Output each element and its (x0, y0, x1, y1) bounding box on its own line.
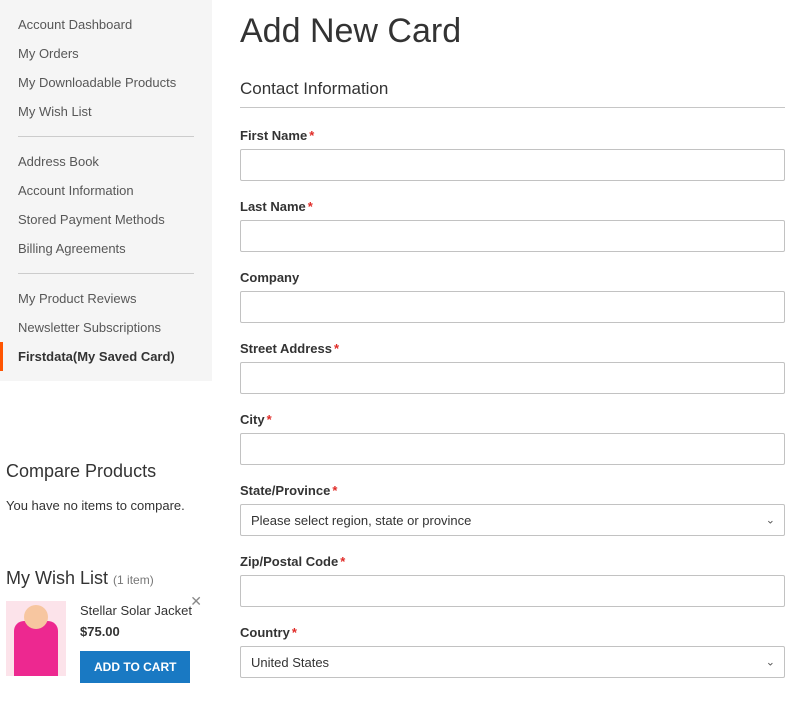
nav-my-orders[interactable]: My Orders (0, 39, 212, 68)
nav-divider (18, 273, 194, 274)
label-country: Country* (240, 625, 785, 640)
city-input[interactable] (240, 433, 785, 465)
zip-input[interactable] (240, 575, 785, 607)
country-select[interactable]: United States (240, 646, 785, 678)
wishlist-item-image[interactable] (6, 601, 66, 676)
nav-account-dashboard[interactable]: Account Dashboard (0, 10, 212, 39)
company-input[interactable] (240, 291, 785, 323)
nav-product-reviews[interactable]: My Product Reviews (0, 284, 212, 313)
wishlist-title-text: My Wish List (6, 568, 108, 588)
wishlist-title: My Wish List (1 item) (0, 568, 212, 589)
state-select[interactable]: Please select region, state or province (240, 504, 785, 536)
nav-wish-list[interactable]: My Wish List (0, 97, 212, 126)
close-icon[interactable]: ✕ (190, 593, 202, 610)
nav-newsletter[interactable]: Newsletter Subscriptions (0, 313, 212, 342)
street-address-input[interactable] (240, 362, 785, 394)
first-name-input[interactable] (240, 149, 785, 181)
nav-account-information[interactable]: Account Information (0, 176, 212, 205)
nav-stored-payment[interactable]: Stored Payment Methods (0, 205, 212, 234)
label-city: City* (240, 412, 785, 427)
label-street-address: Street Address* (240, 341, 785, 356)
nav-billing-agreements[interactable]: Billing Agreements (0, 234, 212, 263)
label-zip: Zip/Postal Code* (240, 554, 785, 569)
nav-address-book[interactable]: Address Book (0, 147, 212, 176)
nav-firstdata-saved-card[interactable]: Firstdata(My Saved Card) (0, 342, 212, 371)
nav-divider (18, 136, 194, 137)
label-first-name: First Name* (240, 128, 785, 143)
label-state: State/Province* (240, 483, 785, 498)
account-nav: Account Dashboard My Orders My Downloada… (0, 0, 212, 381)
add-to-cart-button[interactable]: ADD TO CART (80, 651, 190, 683)
compare-products-title: Compare Products (0, 461, 212, 490)
label-last-name: Last Name* (240, 199, 785, 214)
page-title: Add New Card (240, 12, 785, 51)
compare-empty-message: You have no items to compare. (0, 490, 212, 513)
section-contact-information: Contact Information (240, 79, 785, 108)
wishlist-count: (1 item) (113, 573, 154, 587)
nav-downloadable-products[interactable]: My Downloadable Products (0, 68, 212, 97)
wishlist-item-price: $75.00 (80, 618, 212, 639)
last-name-input[interactable] (240, 220, 785, 252)
wishlist-item: Stellar Solar Jacket $75.00 ADD TO CART … (0, 589, 212, 683)
label-company: Company (240, 270, 785, 285)
